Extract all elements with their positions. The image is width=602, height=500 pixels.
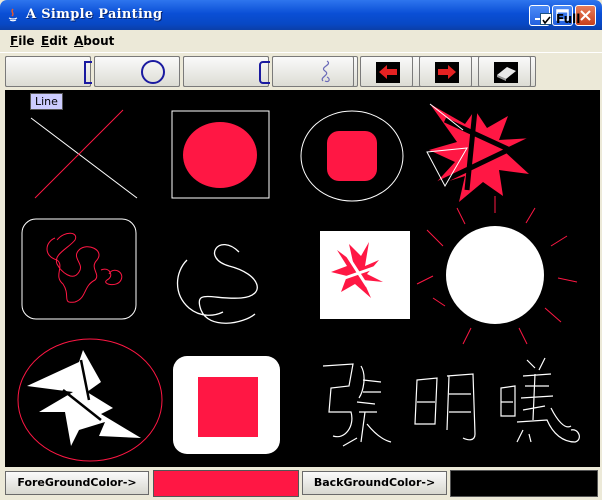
menu-edit-mnemonic: E (41, 34, 50, 48)
freehand-tool-overlay[interactable] (272, 56, 354, 87)
crossed-lines-drawing (30, 109, 138, 199)
color-status-bar: ForeGroundColor-> BackGroundColor-> (0, 467, 602, 500)
foreground-color-button[interactable]: ForeGroundColor-> (5, 471, 149, 495)
menu-about[interactable]: About (74, 34, 114, 48)
rounded-rect-tool-overlay[interactable] (183, 56, 270, 87)
oval-tool-overlay[interactable] (94, 56, 180, 87)
white-squiggle-drawing (176, 244, 258, 324)
undo-tool-button[interactable] (360, 56, 413, 87)
checkmark-icon (542, 16, 551, 25)
java-app-icon (8, 8, 18, 22)
painting-window: A Simple Painting File Edit About Full L… (0, 0, 602, 500)
eraser-icon (494, 62, 518, 83)
line-tool-tooltip: Line (30, 93, 63, 110)
square-outline-icon (259, 61, 270, 84)
menu-edit-rest: dit (49, 34, 68, 48)
square-icon (84, 61, 92, 84)
oval-with-rounded-square-drawing (300, 110, 404, 202)
menu-file-mnemonic: F (10, 34, 19, 48)
star-polygon-drawing (426, 103, 535, 202)
menu-file-rest: ile (18, 34, 35, 48)
right-arrow-icon (435, 62, 459, 83)
rect-with-oval-drawing (171, 110, 270, 199)
background-color-button[interactable]: BackGroundColor-> (302, 471, 447, 495)
full-checkbox[interactable] (540, 13, 552, 25)
eraser-tool-button[interactable] (478, 56, 531, 87)
sun-drawing (416, 196, 578, 345)
foreground-color-swatch[interactable] (153, 470, 299, 497)
menu-edit[interactable]: Edit (41, 34, 68, 48)
full-checkbox-label: Full (556, 12, 581, 26)
title-bar[interactable]: A Simple Painting (0, 0, 602, 30)
menu-about-rest: bout (83, 34, 115, 48)
rounded-square-frame-drawing (173, 356, 280, 454)
background-color-swatch[interactable] (450, 470, 598, 497)
rounded-rect-with-scribble-drawing (21, 218, 137, 320)
menu-bar: File Edit About (0, 30, 602, 53)
menu-about-mnemonic: A (74, 34, 84, 48)
handwritten-chinese-signature-drawing (322, 357, 580, 447)
window-title: A Simple Painting (26, 7, 163, 22)
redo-tool-button[interactable] (419, 56, 472, 87)
circle-icon (141, 60, 165, 84)
rect-tool-overlay[interactable] (5, 56, 92, 87)
left-arrow-icon (376, 62, 400, 83)
menu-file[interactable]: File (10, 34, 35, 48)
squiggle-icon (321, 60, 330, 83)
square-with-shards-drawing (320, 231, 410, 319)
oval-with-white-shards-drawing (17, 338, 163, 462)
drawing-canvas[interactable] (5, 90, 600, 467)
canvas-drawing (17, 103, 580, 462)
